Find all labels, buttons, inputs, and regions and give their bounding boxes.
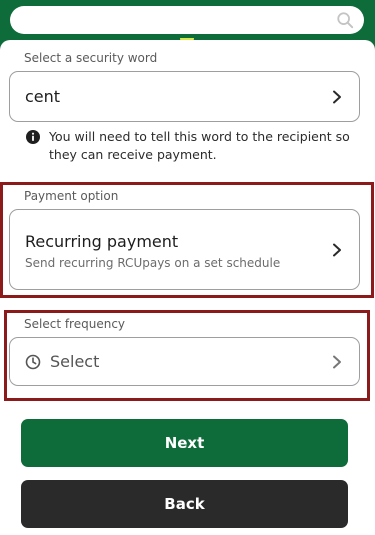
security-word-value: cent	[25, 87, 61, 106]
security-word-label: Select a security word	[24, 51, 158, 65]
security-word-select[interactable]: cent	[9, 71, 360, 122]
search-bar[interactable]	[10, 6, 364, 34]
payment-option-subtitle: Send recurring RCUpays on a set schedule	[25, 256, 281, 270]
info-icon	[26, 130, 40, 144]
clock-icon	[25, 354, 41, 370]
frequency-select[interactable]: Select	[9, 337, 360, 386]
chevron-right-icon	[333, 243, 341, 257]
security-word-info-text: You will need to tell this word to the r…	[49, 129, 350, 162]
chevron-right-icon	[333, 90, 341, 104]
payment-option-title: Recurring payment	[25, 232, 179, 251]
payment-option-select[interactable]: Recurring payment Send recurring RCUpays…	[9, 209, 360, 290]
search-input[interactable]	[10, 6, 364, 34]
payment-option-label: Payment option	[24, 189, 119, 203]
frequency-placeholder: Select	[50, 352, 100, 371]
next-button[interactable]: Next	[21, 419, 348, 467]
search-icon[interactable]	[336, 11, 354, 29]
back-button[interactable]: Back	[21, 480, 348, 528]
frequency-label: Select frequency	[24, 317, 126, 331]
chevron-right-icon	[333, 355, 341, 369]
